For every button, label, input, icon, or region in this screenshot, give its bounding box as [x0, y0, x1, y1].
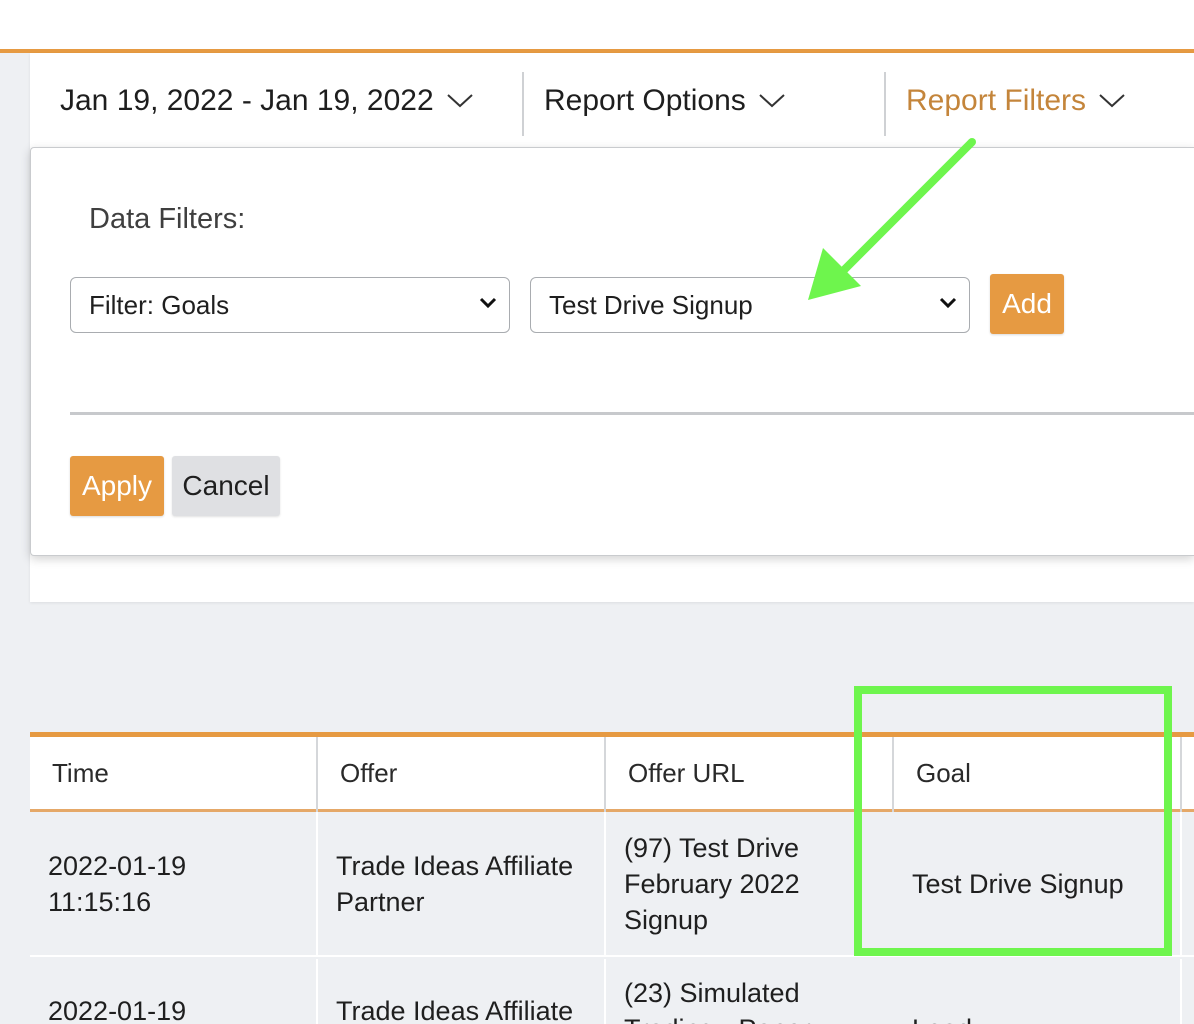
apply-button[interactable]: Apply — [70, 456, 164, 516]
cell-time-line: 2022-01-19 — [48, 851, 187, 881]
cell-offer: Trade Ideas Affiliate Partner — [336, 848, 573, 920]
column-separator — [1180, 812, 1182, 957]
filter-type-value: Filter: Goals — [89, 289, 230, 320]
column-separator — [604, 812, 606, 957]
filters-dropdown-panel: Data Filters: Filter: Goals Test Drive S… — [30, 147, 1194, 556]
column-separator — [316, 737, 318, 812]
data-filters-title: Data Filters: — [89, 203, 246, 235]
column-separator — [604, 737, 606, 812]
column-header-goal[interactable]: Goal — [894, 737, 1180, 809]
chevron-down-icon — [446, 93, 473, 107]
cell-offer-url-line: (97) Test Drive — [624, 833, 800, 863]
column-separator — [1180, 737, 1182, 812]
table-row: 2022-01-19 Trade Ideas Affiliate (23) Si… — [30, 959, 1194, 1024]
cell-offer-url-line: Trading - Paper — [624, 1011, 811, 1024]
filter-value-select[interactable]: Test Drive Signup — [530, 277, 970, 333]
table-header-row: Time Offer Offer URL Goal — [30, 737, 1194, 812]
column-separator — [1180, 959, 1182, 1024]
cell-time: 2022-01-19 — [48, 993, 186, 1024]
cell-offer-line: Trade Ideas Affiliate — [336, 851, 574, 881]
tab-report-options-label: Report Options — [544, 83, 746, 117]
chevron-down-icon — [1099, 93, 1125, 107]
table-row: 2022-01-19 11:15:16 Trade Ideas Affiliat… — [30, 812, 1194, 957]
cell-offer-url-line: (23) Simulated — [624, 978, 800, 1008]
cell-offer-url-line: February 2022 — [624, 869, 800, 899]
cell-time: 2022-01-19 11:15:16 — [48, 848, 186, 920]
add-filter-button[interactable]: Add — [990, 274, 1064, 334]
chevron-down-icon — [939, 297, 957, 309]
cell-offer: Trade Ideas Affiliate — [336, 993, 573, 1024]
tab-report-filters[interactable]: Report Filters — [906, 53, 1126, 148]
cell-offer-url: (97) Test Drive February 2022 Signup — [624, 830, 800, 938]
cell-offer-url-line: Signup — [624, 905, 709, 935]
report-tabs: Jan 19, 2022 - Jan 19, 2022 Report Optio… — [30, 53, 1194, 148]
tab-date-range[interactable]: Jan 19, 2022 - Jan 19, 2022 — [60, 53, 474, 148]
column-header-offer[interactable]: Offer — [318, 737, 604, 809]
report-card: Jan 19, 2022 - Jan 19, 2022 Report Optio… — [30, 53, 1194, 602]
column-header-offer-url[interactable]: Offer URL — [606, 737, 892, 809]
column-separator — [316, 812, 318, 957]
filter-value-value: Test Drive Signup — [549, 289, 753, 320]
column-header-time[interactable]: Time — [30, 737, 316, 809]
chevron-down-icon — [479, 297, 497, 309]
column-separator — [604, 959, 606, 1024]
cell-goal: Test Drive Signup — [912, 869, 1124, 899]
cell-time-line: 2022-01-19 — [48, 996, 187, 1024]
cell-offer-line: Partner — [336, 887, 425, 917]
tab-date-range-label: Jan 19, 2022 - Jan 19, 2022 — [60, 83, 434, 117]
cell-time-line: 11:15:16 — [48, 887, 152, 917]
cell-offer-url: (23) Simulated Trading - Paper — [624, 975, 811, 1024]
tab-report-filters-label: Report Filters — [906, 83, 1087, 117]
top-bar — [0, 0, 1194, 50]
cell-offer-line: Trade Ideas Affiliate — [336, 996, 574, 1024]
cancel-button[interactable]: Cancel — [172, 456, 280, 516]
column-separator — [316, 959, 318, 1024]
tab-separator — [884, 72, 886, 136]
filter-type-select[interactable]: Filter: Goals — [70, 277, 510, 333]
column-separator — [892, 737, 894, 812]
tab-report-options[interactable]: Report Options — [544, 53, 786, 148]
filters-divider — [70, 412, 1194, 415]
cell-goal: Lead — [912, 1011, 972, 1024]
tab-separator — [522, 72, 524, 136]
chevron-down-icon — [759, 93, 785, 107]
